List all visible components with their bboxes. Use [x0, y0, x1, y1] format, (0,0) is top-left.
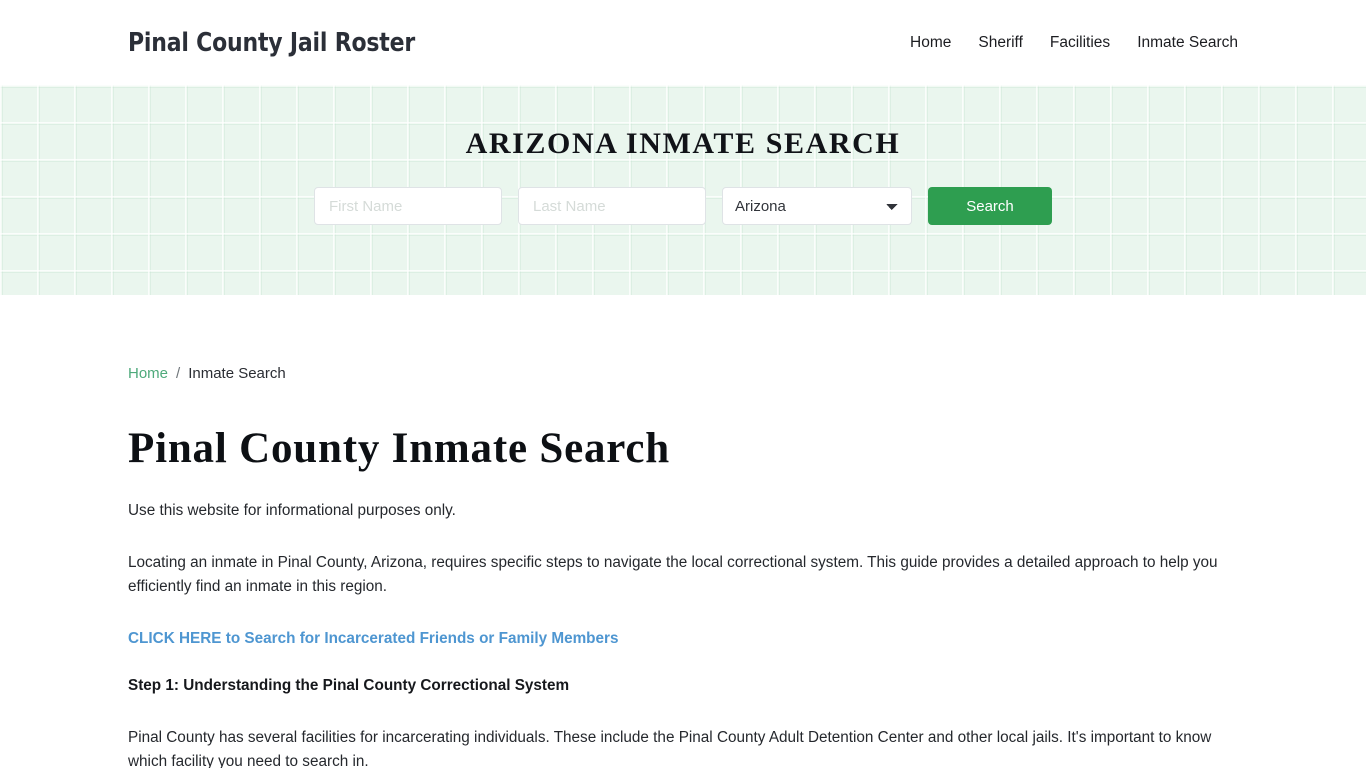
hero-title: ARIZONA INMATE SEARCH: [465, 127, 901, 160]
step-1-paragraph: Pinal County has several facilities for …: [128, 729, 1212, 768]
nav-item-home[interactable]: Home: [910, 35, 951, 51]
breadcrumb-separator: /: [176, 365, 181, 382]
breadcrumb: Home / Inmate Search: [128, 295, 1238, 382]
main-navigation: Home Sheriff Facilities Inmate Search: [910, 35, 1238, 51]
site-header: Pinal County Jail Roster Home Sheriff Fa…: [0, 0, 1366, 85]
site-brand-logo[interactable]: Pinal County Jail Roster: [128, 28, 415, 58]
hero-search-section: ARIZONA INMATE SEARCH Arizona Search: [0, 85, 1366, 295]
step-1-heading: Step 1: Understanding the Pinal County C…: [128, 677, 570, 695]
overview-paragraph: Locating an inmate in Pinal County, Ariz…: [128, 554, 1218, 596]
breadcrumb-link-home[interactable]: Home: [128, 365, 168, 382]
nav-item-sheriff[interactable]: Sheriff: [978, 35, 1023, 51]
page-title: Pinal County Inmate Search: [128, 425, 671, 472]
intro-paragraph: Use this website for informational purpo…: [128, 502, 456, 520]
nav-item-inmate-search[interactable]: Inmate Search: [1137, 35, 1238, 51]
cta-search-link[interactable]: CLICK HERE to Search for Incarcerated Fr…: [128, 627, 1238, 651]
search-button[interactable]: Search: [928, 187, 1052, 225]
breadcrumb-current-page: Inmate Search: [188, 365, 286, 382]
last-name-input[interactable]: [518, 187, 706, 225]
state-select[interactable]: Arizona: [722, 187, 912, 225]
first-name-input[interactable]: [314, 187, 502, 225]
main-content: Home / Inmate Search Pinal County Inmate…: [0, 295, 1366, 768]
inmate-search-form: Arizona Search: [314, 187, 1052, 225]
nav-item-facilities[interactable]: Facilities: [1050, 35, 1110, 51]
